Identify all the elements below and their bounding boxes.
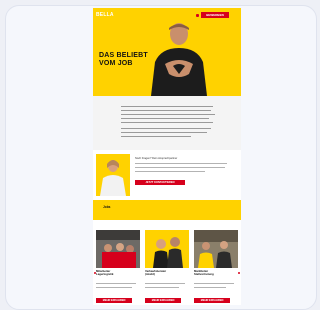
text-line — [121, 122, 213, 124]
job-card-title[interactable]: Mitarbeiter Lagerlogistik — [96, 269, 114, 277]
text-line — [121, 136, 191, 138]
hero-person-image — [151, 23, 207, 96]
text-line — [121, 110, 211, 112]
job-card-button[interactable]: MEHR ERFAHREN — [145, 298, 181, 303]
text-line — [135, 167, 225, 168]
text-line — [121, 106, 213, 108]
contact-button[interactable]: JETZT KONTAKTIEREN — [135, 180, 185, 185]
hero-title-line-2: VOM JOB — [99, 60, 133, 67]
job-card-title[interactable]: Marktleiter Stellvertretung — [194, 269, 214, 277]
job-card-button[interactable]: MEHR ERFAHREN — [194, 298, 230, 303]
menu-icon[interactable] — [196, 14, 199, 17]
contact-person-photo — [96, 154, 130, 196]
intro-section — [93, 96, 241, 150]
text-line — [194, 287, 226, 288]
text-line — [121, 118, 209, 120]
text-line — [194, 283, 234, 284]
text-line — [121, 128, 211, 130]
site-logo[interactable]: BELLA — [96, 12, 114, 18]
hero-banner: BELLA BEWERBEN DAS BELIEBT VOM JOB — [93, 8, 241, 96]
hero-title: DAS BELIEBT VOM JOB — [99, 52, 148, 68]
job-card-image[interactable] — [96, 230, 140, 268]
text-line — [135, 171, 205, 172]
hero-title-line-1: DAS BELIEBT — [99, 52, 148, 59]
text-line — [96, 287, 132, 288]
job-card-button[interactable]: MEHR ERFAHREN — [96, 298, 132, 303]
job-card-title[interactable]: Verkaufsberater (m/w/d) — [145, 269, 166, 277]
job-card-title-line: Lagerlogistik — [96, 272, 114, 277]
contact-title: Noch Fragen? Dein Ansprechpartner — [135, 157, 178, 160]
text-line — [96, 283, 136, 284]
job-card-title-line: Stellvertretung — [194, 272, 214, 277]
text-line — [121, 132, 207, 134]
job-card-title-line: (m/w/d) — [145, 272, 155, 277]
jobs-banner — [93, 200, 241, 220]
web-page: BELLA BEWERBEN DAS BELIEBT VOM JOB Noch … — [93, 8, 241, 305]
text-line — [121, 114, 215, 116]
text-line — [145, 283, 185, 284]
text-line — [135, 163, 227, 164]
job-card-image[interactable] — [194, 230, 238, 268]
carousel-next-icon[interactable] — [238, 272, 240, 274]
job-card-image[interactable] — [145, 230, 189, 268]
text-line — [145, 287, 179, 288]
jobs-label: Jobs — [103, 205, 111, 209]
